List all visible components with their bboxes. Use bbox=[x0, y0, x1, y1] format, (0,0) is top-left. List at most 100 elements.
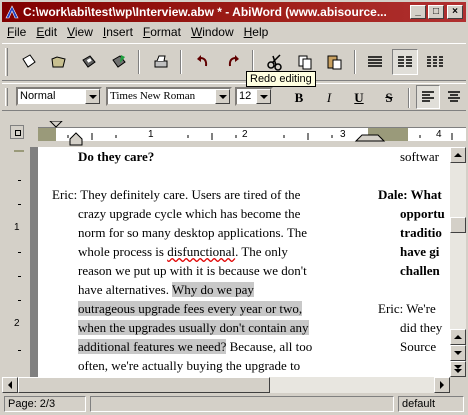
vertical-scroll-thumb[interactable] bbox=[450, 217, 466, 233]
font-dropdown-arrow-icon[interactable] bbox=[215, 89, 230, 104]
menu-insert[interactable]: Insert bbox=[98, 25, 138, 39]
two-columns-button[interactable] bbox=[392, 49, 418, 75]
save-button[interactable] bbox=[76, 49, 102, 75]
three-column-icon bbox=[426, 54, 444, 70]
floppy-disk-icon bbox=[80, 53, 98, 71]
text-line: crazy upgrade cycle which has become the bbox=[78, 206, 301, 221]
text-line: outrageous upgrade fees every year or tw… bbox=[52, 299, 352, 318]
standard-toolbar bbox=[2, 43, 466, 81]
scroll-up-button[interactable] bbox=[450, 329, 466, 345]
align-left-column-button[interactable] bbox=[362, 49, 388, 75]
font-combo[interactable]: Times New Roman bbox=[106, 87, 232, 106]
size-dropdown-arrow-icon[interactable] bbox=[256, 89, 271, 104]
copy-icon bbox=[296, 53, 314, 71]
text-line: have gi bbox=[400, 244, 440, 259]
vertical-scrollbar[interactable] bbox=[450, 147, 466, 377]
menu-edit[interactable]: Edit bbox=[31, 25, 62, 39]
bold-button[interactable]: B bbox=[288, 88, 310, 108]
text-line: softwar bbox=[400, 149, 439, 164]
style-combo[interactable]: Normal bbox=[16, 87, 102, 106]
scroll-left-button[interactable] bbox=[2, 377, 18, 393]
close-button[interactable]: × bbox=[447, 5, 463, 19]
menu-view[interactable]: View bbox=[62, 25, 98, 39]
window-title: C:\work\abi\test\wp\Interview.abw * - Ab… bbox=[23, 5, 387, 19]
menu-bar: File Edit View Insert Format Window Help bbox=[2, 22, 466, 41]
font-size-combo[interactable]: 12 bbox=[235, 87, 273, 106]
scroll-up-button[interactable] bbox=[450, 147, 466, 163]
menu-help[interactable]: Help bbox=[239, 25, 274, 39]
align-center-button[interactable] bbox=[442, 85, 466, 109]
ruler-number: 1 bbox=[14, 222, 20, 233]
tab-type-selector[interactable] bbox=[10, 125, 24, 139]
printer-icon bbox=[152, 53, 170, 71]
font-size-value: 12 bbox=[239, 90, 252, 102]
undo-button[interactable] bbox=[190, 49, 216, 75]
scroll-right-button[interactable] bbox=[434, 377, 450, 393]
text-line: have alternatives. Why do we pay bbox=[52, 280, 352, 299]
page[interactable]: Do they care? Eric: They definitely care… bbox=[38, 147, 450, 377]
next-page-button[interactable] bbox=[450, 361, 466, 377]
paste-button[interactable] bbox=[322, 49, 348, 75]
selected-text: when the upgrades usually don't contain … bbox=[78, 320, 309, 335]
toolbar-separator bbox=[408, 88, 410, 108]
toolbar-grip[interactable] bbox=[5, 48, 8, 76]
page-indicator: Page: 2/3 bbox=[4, 396, 86, 412]
text-line: when the upgrades usually don't contain … bbox=[52, 318, 352, 337]
column-2[interactable]: softwar Dale: What opportu traditio have… bbox=[378, 147, 450, 356]
save-as-button[interactable] bbox=[106, 49, 132, 75]
save-as-icon bbox=[110, 53, 128, 71]
status-bar: Page: 2/3 default bbox=[2, 395, 466, 413]
clipboard-icon bbox=[326, 53, 344, 71]
align-left-button[interactable] bbox=[416, 85, 440, 109]
title-bar[interactable]: C:\work\abi\test\wp\Interview.abw * - Ab… bbox=[2, 2, 466, 22]
new-page-icon bbox=[20, 53, 38, 71]
horizontal-scrollbar[interactable] bbox=[2, 377, 450, 393]
horizontal-scroll-thumb[interactable] bbox=[18, 377, 270, 393]
menu-format[interactable]: Format bbox=[138, 25, 186, 39]
misspelled-word[interactable]: disfunctional bbox=[167, 244, 235, 259]
top-margin-region bbox=[14, 150, 24, 152]
vertical-ruler[interactable]: 1 2 bbox=[12, 150, 30, 376]
one-column-icon bbox=[366, 54, 384, 70]
strikethrough-button[interactable]: S bbox=[378, 88, 400, 108]
minimize-button[interactable]: _ bbox=[410, 5, 426, 19]
redo-button[interactable] bbox=[220, 49, 246, 75]
scroll-down-button[interactable] bbox=[450, 345, 466, 361]
menu-file[interactable]: File bbox=[2, 25, 31, 39]
style-dropdown-arrow-icon[interactable] bbox=[85, 89, 100, 104]
ruler-tick bbox=[18, 180, 21, 181]
text-line: often, we're actually buying the upgrade… bbox=[78, 358, 301, 373]
text-line: additional features we need? Because, al… bbox=[52, 337, 352, 356]
open-button[interactable] bbox=[46, 49, 72, 75]
underline-button[interactable]: U bbox=[348, 88, 370, 108]
abiword-app-icon[interactable] bbox=[4, 4, 20, 20]
text-line: traditio bbox=[400, 225, 442, 240]
print-button[interactable] bbox=[148, 49, 174, 75]
text-line: opportu bbox=[400, 206, 445, 221]
horizontal-ruler-area: 1 2 3 4 bbox=[2, 113, 466, 147]
folder-icon bbox=[50, 53, 68, 71]
selected-text: Why do we pay bbox=[171, 282, 254, 297]
three-columns-button[interactable] bbox=[422, 49, 448, 75]
column-1[interactable]: Do they care? Eric: They definitely care… bbox=[52, 147, 352, 375]
scissors-icon bbox=[266, 53, 284, 71]
maximize-button[interactable]: □ bbox=[428, 5, 444, 19]
menu-window[interactable]: Window bbox=[186, 25, 239, 39]
left-arrow-icon bbox=[8, 381, 12, 389]
selected-text: outrageous upgrade fees every year or tw… bbox=[78, 301, 303, 316]
ruler-tick bbox=[18, 300, 21, 301]
toolbar-separator bbox=[138, 50, 140, 74]
text-run: whole process is bbox=[78, 244, 168, 259]
ruler-tick bbox=[18, 252, 21, 253]
input-mode: default bbox=[398, 396, 464, 412]
text-line: reason we put up with it is because we d… bbox=[78, 263, 307, 278]
toolbar-separator bbox=[180, 50, 182, 74]
document-area[interactable]: Do they care? Eric: They definitely care… bbox=[30, 147, 450, 377]
redo-arrow-icon bbox=[225, 54, 241, 70]
toolbar-grip[interactable] bbox=[5, 88, 8, 106]
undo-arrow-icon bbox=[195, 54, 211, 70]
answer-paragraph[interactable]: Eric: They definitely care. Users are ti… bbox=[52, 185, 352, 375]
italic-button[interactable]: I bbox=[318, 88, 340, 108]
new-document-button[interactable] bbox=[16, 49, 42, 75]
